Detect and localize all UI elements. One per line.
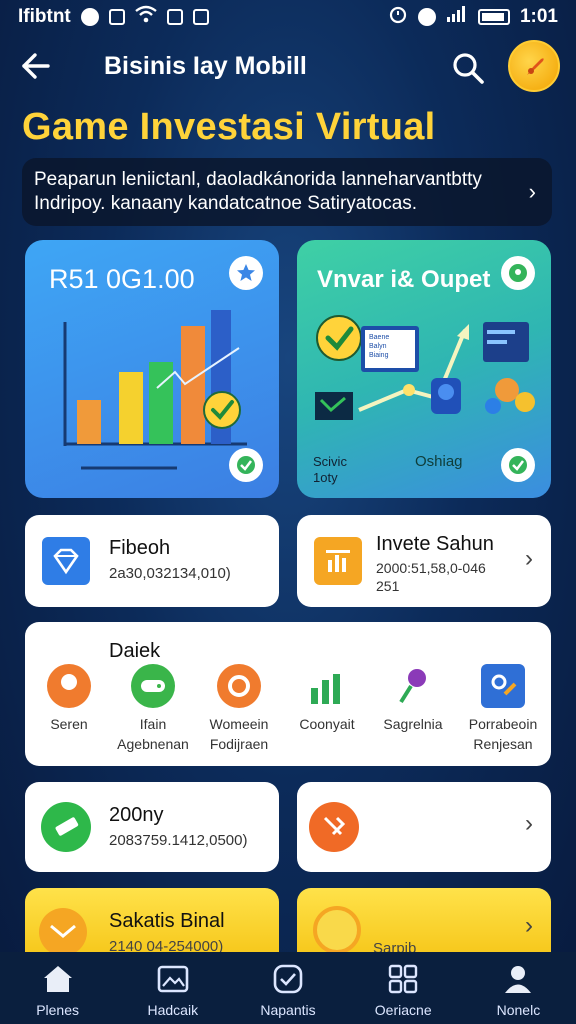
status-bar: Ifibtnt 1:01 bbox=[0, 0, 576, 34]
category-label-line-1: Ifain bbox=[139, 716, 167, 732]
alarm-icon bbox=[388, 4, 408, 30]
category-label: Womeein Fodijraen bbox=[197, 714, 281, 754]
growth-card[interactable]: Vnvar i& Oupet Baene Balyn Biaing Scivic… bbox=[297, 240, 551, 498]
category-label: Sagrelnia bbox=[383, 716, 443, 732]
app-bar: Bisinis Iay Mobill bbox=[0, 38, 576, 94]
category-item[interactable]: Sagrelnia bbox=[371, 658, 455, 762]
page-title: Game Investasi Virtual bbox=[22, 106, 436, 148]
chart-tile-icon bbox=[314, 537, 362, 585]
stat-card[interactable]: Fibeoh 2a30,032134,010) bbox=[25, 515, 279, 607]
gamepad-icon bbox=[131, 664, 175, 708]
stat-card[interactable]: 200ny 2083759.1412,0500) bbox=[25, 782, 279, 872]
category-item[interactable]: Porrabeoin Renjesan bbox=[461, 658, 545, 762]
category-item[interactable]: Coonyait bbox=[285, 658, 369, 762]
category-item[interactable]: Womeein Fodijraen bbox=[197, 658, 281, 762]
notification-icon bbox=[80, 8, 99, 26]
search-icon[interactable] bbox=[448, 48, 488, 88]
check-badge-icon bbox=[501, 448, 535, 482]
app-bar-title: Bisinis Iay Mobill bbox=[104, 52, 307, 80]
growth-left-label: Scivic 1oty bbox=[313, 454, 347, 486]
nav-label: Plenes bbox=[36, 1002, 79, 1018]
stat-card-title: Invete Sahun bbox=[376, 533, 494, 555]
category-label: Porrabeoin Renjesan bbox=[461, 714, 545, 754]
document-text: Baene Balyn Biaing bbox=[369, 334, 390, 359]
category-label: Ifain Agebnenan bbox=[111, 714, 195, 754]
status-time: 1:01 bbox=[519, 6, 558, 27]
nav-label: Oeriacne bbox=[374, 1002, 432, 1018]
nav-label: Napantis bbox=[260, 1002, 316, 1018]
category-label: Seren bbox=[50, 716, 88, 732]
stat-card-subtitle: 2083759.1412,0500) bbox=[109, 832, 248, 849]
app-icon bbox=[108, 9, 125, 25]
stat-card-title: Fibeoh bbox=[109, 537, 171, 559]
sync-icon bbox=[417, 8, 436, 26]
category-item[interactable]: Seren bbox=[27, 658, 111, 762]
grid-icon bbox=[386, 962, 420, 996]
category-label: Coonyait bbox=[299, 716, 355, 732]
portfolio-card[interactable]: R51 0G1.00 bbox=[25, 240, 279, 498]
category-label-line-2: Fodijraen bbox=[209, 736, 269, 752]
stat-card-subtitle: 2a30,032134,010) bbox=[109, 565, 231, 582]
nav-item-gallery[interactable]: Hadcaik bbox=[115, 952, 230, 1024]
promo-card[interactable]: Sarpib › bbox=[297, 888, 551, 954]
stat-card[interactable]: › bbox=[297, 782, 551, 872]
message-notification-icon bbox=[192, 9, 209, 25]
image-icon bbox=[156, 962, 190, 996]
status-bar-left-text: Ifibtnt bbox=[18, 6, 71, 27]
chevron-right-icon: › bbox=[525, 545, 533, 572]
growth-left-label-line-2: 1oty bbox=[313, 470, 338, 485]
home-icon bbox=[41, 962, 75, 996]
nav-item-profile[interactable]: Nonelc bbox=[461, 952, 576, 1024]
tools-icon bbox=[309, 802, 359, 852]
lollipop-icon bbox=[391, 664, 435, 708]
category-label-line-1: Porrabeoin bbox=[468, 716, 538, 732]
category-panel: Daiek Seren Ifain Agebnenan Womeein Fodi… bbox=[25, 622, 551, 766]
stat-card-subtitle: 2000:51,58,0-046 251 bbox=[376, 560, 486, 594]
chevron-right-icon: › bbox=[525, 912, 533, 939]
banner-line-2: Indripoy. kanaany kandatcatnoe Satiryato… bbox=[34, 193, 418, 214]
nav-item-home[interactable]: Plenes bbox=[0, 952, 115, 1024]
promo-card[interactable]: Sakatis Binal 2140 04-254000) bbox=[25, 888, 279, 954]
category-item[interactable]: Ifain Agebnenan bbox=[111, 658, 195, 762]
growth-left-label-line-1: Scivic bbox=[313, 454, 347, 469]
info-banner[interactable]: Peaparun leniictanl, daoladkánorida lann… bbox=[22, 158, 552, 226]
wifi-icon bbox=[135, 5, 157, 29]
chevron-right-icon: › bbox=[525, 810, 533, 837]
profile-icon bbox=[501, 962, 535, 996]
signal-icon bbox=[446, 5, 468, 29]
category-label-line-1: Womeein bbox=[209, 716, 269, 732]
growth-right-label: Oshiag bbox=[415, 453, 463, 470]
stat-card[interactable]: Invete Sahun 2000:51,58,0-046 251 › bbox=[297, 515, 551, 607]
nav-item-tasks[interactable]: Napantis bbox=[230, 952, 345, 1024]
image-notification-icon bbox=[166, 9, 183, 25]
back-arrow-icon[interactable] bbox=[18, 48, 54, 84]
puzzle-icon bbox=[481, 664, 525, 708]
check-badge-icon bbox=[271, 962, 305, 996]
banner-line-1: Peaparun leniictanl, daoladkánorida lann… bbox=[34, 169, 482, 190]
battery-icon bbox=[477, 9, 510, 25]
chevron-right-icon: › bbox=[528, 179, 536, 204]
nav-label: Nonelc bbox=[496, 1002, 541, 1018]
category-label-line-2: Agebnenan bbox=[117, 736, 189, 752]
diamond-icon bbox=[42, 537, 90, 585]
check-badge-icon bbox=[229, 448, 263, 482]
bottom-nav: Plenes Hadcaik Napantis Oeriacne Nonelc bbox=[0, 952, 576, 1024]
sun-icon bbox=[313, 906, 361, 954]
nav-item-catalog[interactable]: Oeriacne bbox=[346, 952, 461, 1024]
category-label-line-2: Renjesan bbox=[473, 736, 533, 752]
map-pin-icon bbox=[47, 664, 91, 708]
envelope-icon bbox=[39, 908, 87, 954]
nav-label: Hadcaik bbox=[147, 1002, 199, 1018]
bar-chart-icon bbox=[305, 664, 349, 708]
ring-icon bbox=[217, 664, 261, 708]
rocket-icon bbox=[527, 58, 544, 75]
ticket-icon bbox=[41, 802, 91, 852]
stat-card-title: 200ny bbox=[109, 804, 164, 826]
promo-card-title: Sakatis Binal bbox=[109, 910, 225, 932]
avatar[interactable] bbox=[508, 40, 560, 92]
